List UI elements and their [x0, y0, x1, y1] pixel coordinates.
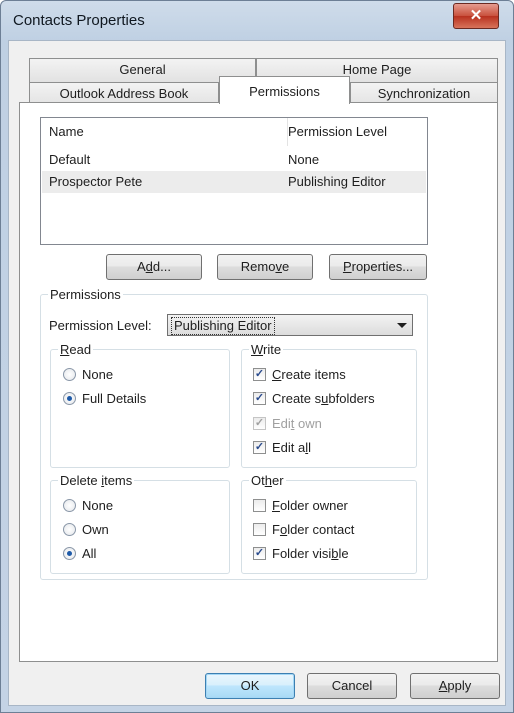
folder-visible-label-start: Folder visi: [272, 546, 332, 561]
list-cell-level: None: [288, 152, 320, 167]
edit-all-label-end: l: [308, 440, 312, 455]
column-header-name[interactable]: Name: [49, 118, 84, 146]
read-label-end: ead: [69, 342, 92, 357]
create-items-mnemonic: C: [272, 367, 282, 382]
tab-permissions[interactable]: Permissions: [219, 76, 350, 104]
list-row-prospector-pete[interactable]: Prospector Pete Publishing Editor: [42, 171, 426, 193]
delete-items-label-start: Delete: [60, 473, 102, 488]
remove-button-label-end: e: [281, 259, 290, 274]
add-button-label-end: d...: [152, 259, 171, 274]
folder-contact-label-start: F: [272, 522, 280, 537]
read-none-label: None: [82, 367, 114, 382]
read-label-mnemonic: R: [60, 342, 70, 357]
radio-button-icon: [63, 368, 76, 381]
folder-visible-label: Folder visible: [272, 545, 349, 563]
checkmark-icon: ✓: [253, 392, 266, 405]
delete-items-label-end: tems: [104, 473, 133, 488]
chevron-down-icon: [397, 323, 407, 328]
permissions-group-label: Permissions: [48, 287, 123, 302]
checkmark-icon: ✓: [253, 441, 266, 454]
read-full-details-label: Full Details: [82, 391, 147, 406]
checkmark-icon: ✓: [253, 547, 266, 560]
radio-button-selected-icon: [63, 392, 76, 405]
properties-button-label-end: roperties...: [351, 259, 414, 274]
folder-owner-mnemonic: F: [272, 498, 280, 513]
delete-items-group: Delete items: [50, 473, 230, 574]
other-group-label: Other: [249, 473, 286, 488]
other-label-start: Ot: [251, 473, 265, 488]
other-label-end: er: [271, 473, 284, 488]
folder-visible-label-end: le: [338, 546, 349, 561]
ok-button[interactable]: OK: [205, 673, 295, 699]
permission-level-value: Publishing Editor: [171, 317, 275, 335]
permissions-user-list[interactable]: Name Permission Level Default None Prosp…: [40, 117, 428, 245]
add-button-mnemonic: d: [145, 259, 153, 274]
other-label-mnemonic: h: [264, 473, 272, 488]
delete-none-label: None: [82, 498, 114, 513]
add-button[interactable]: Add...: [106, 254, 202, 280]
list-cell-level: Publishing Editor: [288, 174, 386, 189]
folder-contact-label-end: lder contact: [287, 522, 355, 537]
close-icon: ✕: [469, 7, 483, 24]
apply-button[interactable]: Apply: [410, 673, 500, 699]
edit-all-label-start: Edit a: [272, 440, 306, 455]
radio-button-selected-icon: [63, 547, 76, 560]
checkmark-icon: ✓: [253, 417, 266, 430]
permissions-panel: Name Permission Level Default None Prosp…: [19, 102, 498, 662]
create-items-label: Create items: [272, 366, 346, 384]
edit-own-label-end: own: [294, 416, 322, 431]
window-title: Contacts Properties: [13, 12, 145, 29]
write-group-label: Write: [249, 342, 284, 357]
column-header-permission-level[interactable]: Permission Level: [288, 118, 387, 146]
delete-items-group-label: Delete items: [58, 473, 135, 488]
checkbox-empty-icon: [253, 499, 266, 512]
edit-own-label: Edit own: [272, 415, 322, 433]
tab-outlook-address-book-label: Outlook Address Book: [59, 86, 189, 101]
delete-own-label: Own: [82, 522, 109, 537]
checkbox-empty-icon: [253, 523, 266, 536]
tab-general-label: General: [119, 62, 166, 77]
delete-all-label: All: [82, 546, 97, 561]
edit-all-label: Edit all: [272, 439, 311, 457]
list-cell-name: Prospector Pete: [49, 174, 143, 189]
apply-button-label: Apply: [439, 678, 472, 693]
tab-home-page-label: Home Page: [342, 62, 412, 77]
ok-button-label: OK: [240, 678, 260, 693]
permission-level-dropdown[interactable]: Publishing Editor: [167, 314, 413, 336]
radio-button-icon: [63, 499, 76, 512]
permission-level-label: Permission Level:: [49, 318, 152, 333]
radio-button-icon: [63, 523, 76, 536]
folder-owner-label: Folder owner: [272, 497, 348, 515]
read-group-label: Read: [58, 342, 94, 357]
list-row-default[interactable]: Default None: [42, 149, 426, 171]
title-bar[interactable]: Contacts Properties ✕: [1, 1, 513, 41]
remove-button-label-start: Remo: [240, 259, 276, 274]
tab-synchronization-label: Synchronization: [377, 86, 471, 101]
remove-button[interactable]: Remove: [217, 254, 313, 280]
properties-button[interactable]: Properties...: [329, 254, 427, 280]
properties-button-mnemonic: P: [342, 259, 352, 274]
close-button[interactable]: ✕: [453, 3, 499, 29]
write-label-end: rite: [263, 342, 282, 357]
folder-contact-label: Folder contact: [272, 521, 354, 539]
create-subfolders-label-start: Create s: [272, 391, 322, 406]
edit-own-label-start: Edi: [272, 416, 291, 431]
folder-owner-label-end: older owner: [279, 498, 348, 513]
dialog-window: Contacts Properties ✕ General Home Page …: [0, 0, 514, 713]
create-subfolders-label-end: bfolders: [328, 391, 375, 406]
tab-permissions-label: Permissions: [249, 84, 320, 99]
cancel-button-label: Cancel: [331, 678, 373, 693]
create-items-label-end: reate items: [281, 367, 346, 382]
write-label-mnemonic: W: [251, 342, 264, 357]
read-group: Read: [50, 342, 230, 468]
add-button-label-start: A: [137, 259, 146, 274]
cancel-button[interactable]: Cancel: [307, 673, 397, 699]
list-cell-name: Default: [49, 152, 91, 167]
create-subfolders-label: Create subfolders: [272, 390, 375, 408]
checkmark-icon: ✓: [253, 368, 266, 381]
apply-button-label-end: pply: [447, 678, 472, 693]
